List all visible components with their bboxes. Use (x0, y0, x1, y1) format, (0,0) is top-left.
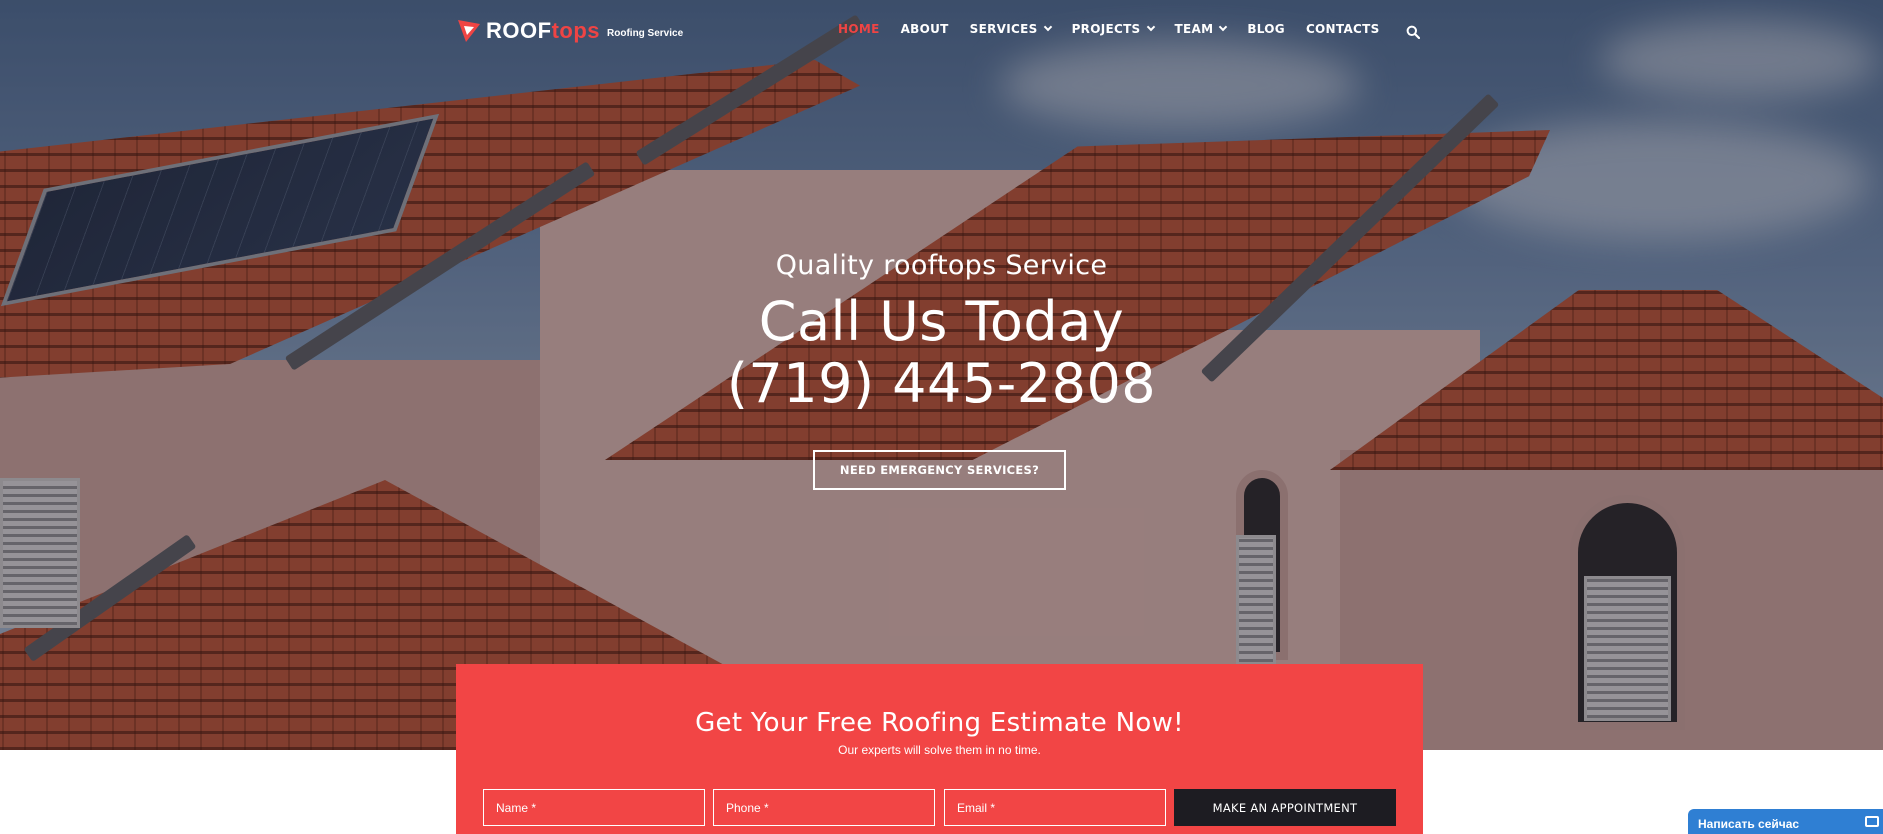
nav-item-projects[interactable]: PROJECTS (1072, 22, 1155, 36)
make-appointment-button[interactable]: MAKE AN APPOINTMENT (1174, 789, 1396, 826)
chat-icon (1865, 816, 1879, 827)
nav-item-blog[interactable]: BLOG (1247, 22, 1285, 36)
logo-tagline: Roofing Service (607, 28, 684, 39)
nav-item-contacts[interactable]: CONTACTS (1306, 22, 1380, 36)
chevron-down-icon (1043, 22, 1052, 32)
estimate-form-panel: Get Your Free Roofing Estimate Now! Our … (456, 664, 1423, 834)
nav-menu: HOME ABOUT SERVICES PROJECTS TEAM BLOG C… (838, 22, 1401, 36)
chat-label: Написать сейчас (1698, 817, 1800, 831)
main-nav: ROOFtops Roofing Service HOME ABOUT SERV… (0, 0, 1883, 66)
emergency-services-button[interactable]: NEED EMERGENCY SERVICES? (813, 450, 1066, 490)
nav-item-home[interactable]: HOME (838, 22, 880, 36)
estimate-subtitle: Our experts will solve them in no time. (838, 743, 1041, 757)
hero-text: Quality rooftops Service Call Us Today (… (0, 250, 1883, 415)
phone-number[interactable]: (719) 445-2808 (0, 353, 1883, 415)
nav-item-services[interactable]: SERVICES (970, 22, 1052, 36)
estimate-title: Get Your Free Roofing Estimate Now! (695, 708, 1184, 738)
search-icon[interactable] (1406, 25, 1421, 40)
hero-headline: Call Us Today (719) 445-2808 (0, 291, 1883, 415)
chevron-down-icon (1146, 22, 1155, 32)
phone-field[interactable] (713, 789, 935, 826)
headline-line-1: Call Us Today (758, 290, 1125, 353)
hero-tagline: Quality rooftops Service (775, 250, 1108, 281)
logo[interactable]: ROOFtops Roofing Service (456, 18, 683, 44)
nav-item-team[interactable]: TEAM (1175, 22, 1228, 36)
logo-text: ROOFtops (486, 18, 601, 43)
nav-item-about[interactable]: ABOUT (901, 22, 949, 36)
logo-icon (456, 18, 482, 44)
chevron-down-icon (1219, 22, 1228, 32)
name-field[interactable] (483, 789, 705, 826)
chat-widget[interactable]: Написать сейчас (1688, 809, 1883, 834)
email-field[interactable] (944, 789, 1166, 826)
